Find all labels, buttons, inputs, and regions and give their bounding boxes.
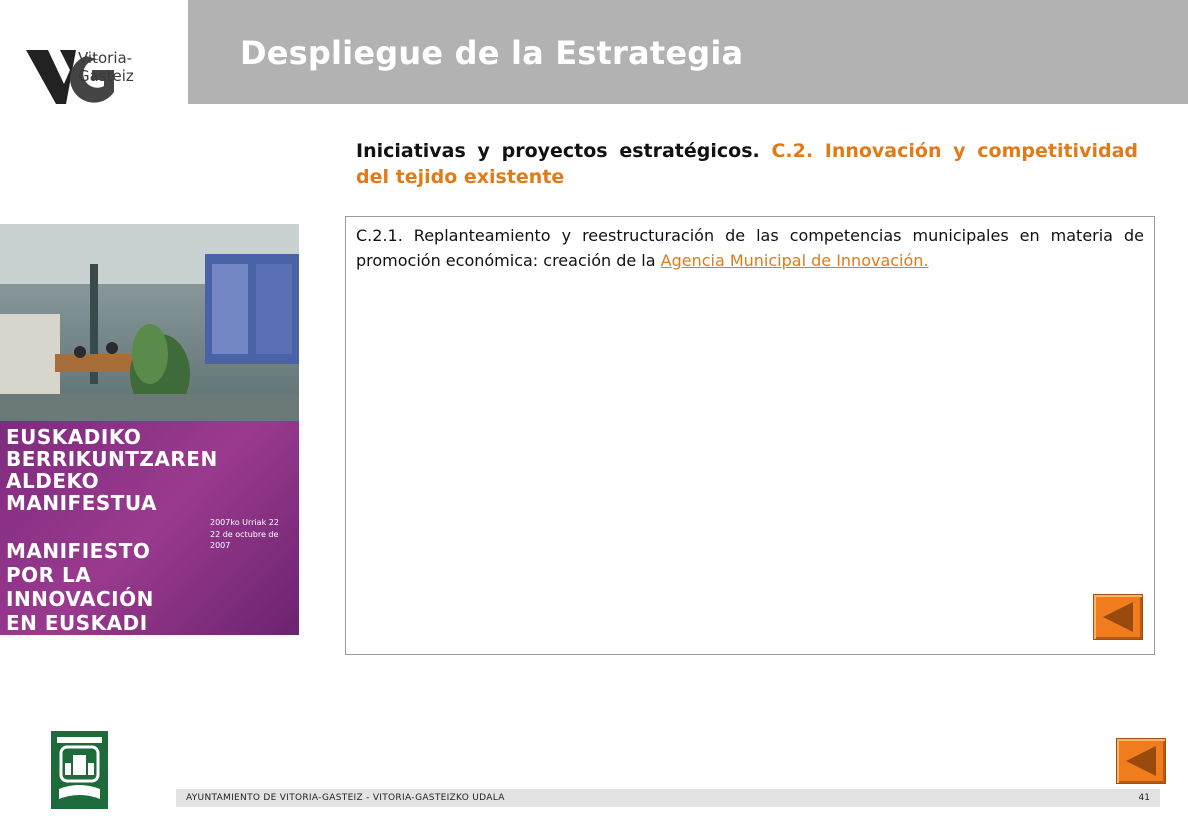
innovation-manifesto-poster: EUSKADIKO BERRIKUNTZAREN ALDEKO MANIFEST… xyxy=(0,421,299,635)
logo-area: Vitoria-Gasteiz xyxy=(0,0,188,104)
coat-of-arms-icon xyxy=(57,737,102,799)
back-button[interactable] xyxy=(1093,594,1143,640)
previous-page-button[interactable] xyxy=(1116,738,1166,784)
page-number: 41 xyxy=(1138,793,1150,803)
poster-line: POR LA xyxy=(6,563,92,587)
subtitle-part1: Iniciativas y proyectos estratégicos. xyxy=(356,140,760,162)
poster-line: EUSKADIKO xyxy=(6,425,142,449)
city-coat-of-arms xyxy=(51,731,108,809)
header-bar: Despliegue de la Estrategia xyxy=(188,0,1188,104)
poster-line: ALDEKO xyxy=(6,469,100,493)
footer-bar: AYUNTAMIENTO DE VITORIA-GASTEIZ - VITORI… xyxy=(176,789,1160,807)
page-title: Despliegue de la Estrategia xyxy=(240,34,744,72)
content-paragraph: C.2.1. Replanteamiento y reestructuració… xyxy=(356,223,1144,273)
logo-text: Vitoria-Gasteiz xyxy=(78,49,134,85)
agencia-innovacion-link[interactable]: Agencia Municipal de Innovación. xyxy=(661,251,929,270)
poster-line: MANIFESTUA xyxy=(6,491,158,515)
poster-line: BERRIKUNTZAREN xyxy=(6,447,218,471)
poster-date-eu: 2007ko Urriak 22 xyxy=(210,518,279,527)
office-interior-photo xyxy=(0,224,299,421)
poster-date-es: 22 de octubre de 2007 xyxy=(210,530,279,550)
footer-organization: AYUNTAMIENTO DE VITORIA-GASTEIZ - VITORI… xyxy=(186,793,505,803)
poster-line: MANIFIESTO xyxy=(6,539,151,563)
triangle-left-icon xyxy=(1103,602,1133,632)
triangle-left-icon xyxy=(1126,746,1156,776)
photo-illustration xyxy=(0,224,299,421)
content-panel: C.2.1. Replanteamiento y reestructuració… xyxy=(345,216,1155,655)
section-subtitle: Iniciativas y proyectos estratégicos. C.… xyxy=(356,138,1138,190)
poster-line: EN EUSKADI xyxy=(6,611,148,635)
poster-line: INNOVACIÓN xyxy=(6,587,154,611)
